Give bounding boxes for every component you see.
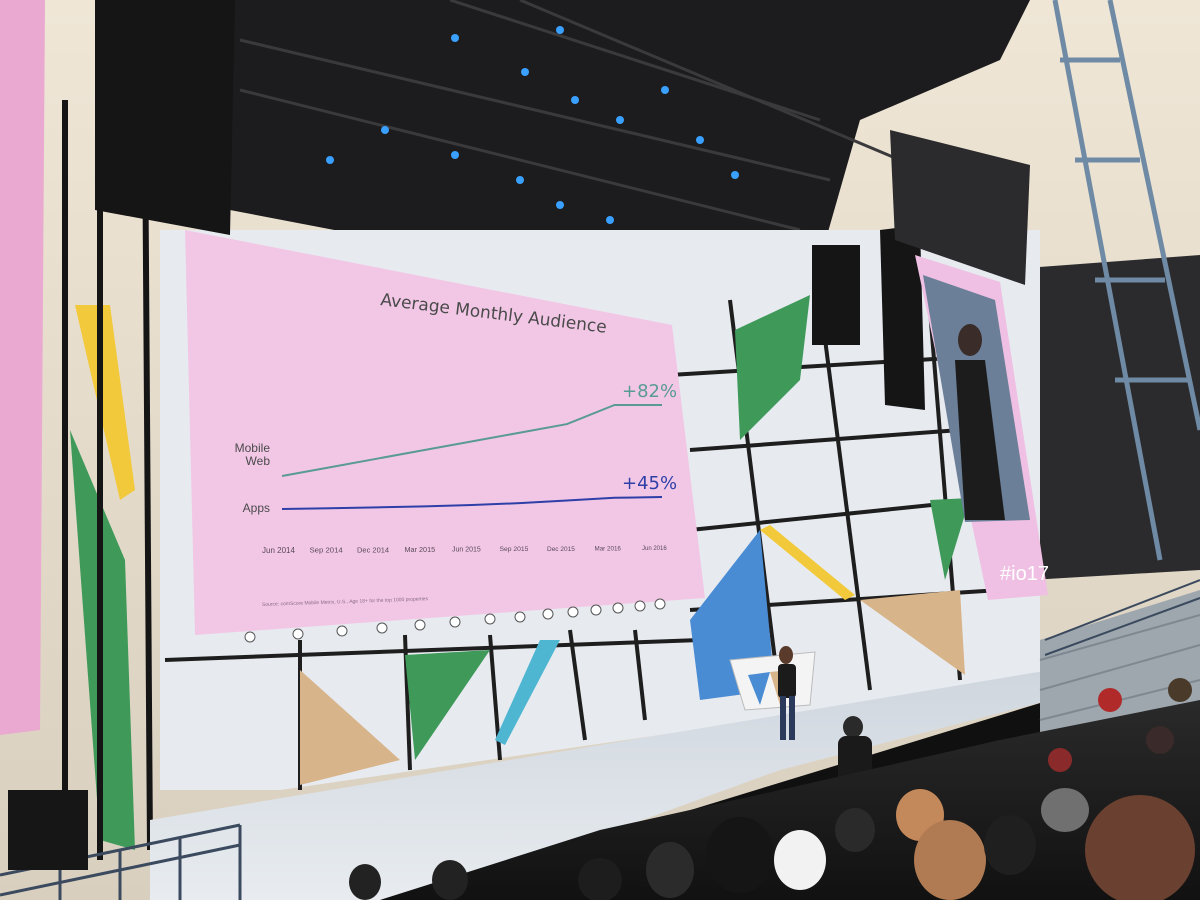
series-label: Mobile <box>235 441 271 455</box>
speaker-array-left <box>95 0 235 235</box>
stage-photo: #io17 Average Monthly Audience Jun 2014 S… <box>0 0 1200 900</box>
side-screen-hashtag: #io17 <box>1000 563 1049 585</box>
series-label: Apps <box>243 501 270 515</box>
speaker-array-center <box>812 245 860 345</box>
conference-stage-scene: #io17 Average Monthly Audience Jun 2014 S… <box>0 0 1200 900</box>
podium <box>729 651 816 711</box>
left-side-screen <box>0 0 45 735</box>
x-tick-label: Mar 2015 <box>405 545 436 554</box>
speaker-video-head <box>958 324 982 356</box>
speaker-array-right <box>880 225 925 410</box>
x-tick-label: Jun 2016 <box>642 546 667 552</box>
x-tick-label: Sep 2015 <box>500 546 529 553</box>
floor-speaker <box>8 790 88 870</box>
x-tick-label: Sep 2014 <box>310 546 344 555</box>
series-end-label: +45% <box>622 473 677 494</box>
x-tick-label: Dec 2015 <box>547 546 575 553</box>
series-label: Web <box>246 454 271 468</box>
x-tick-label: Jun 2015 <box>452 547 481 554</box>
x-tick-label: Mar 2016 <box>595 545 622 552</box>
x-tick-label: Dec 2014 <box>357 545 389 554</box>
x-tick-label: Jun 2014 <box>262 546 295 555</box>
series-end-label: +82% <box>622 381 677 402</box>
